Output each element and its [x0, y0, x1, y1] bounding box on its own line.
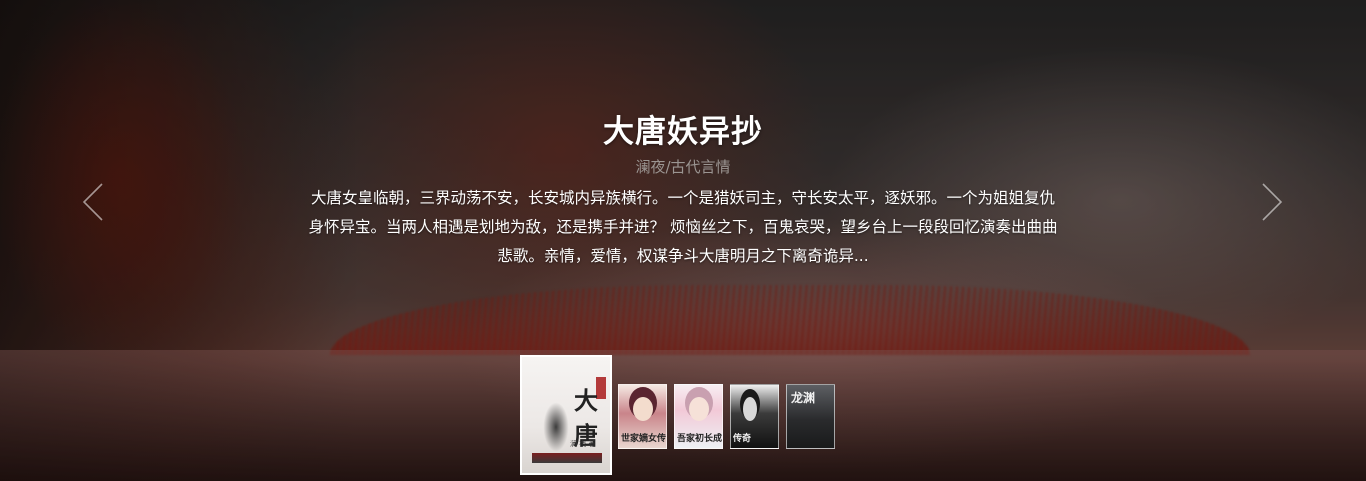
cover-title: 吾家初长成 [677, 434, 723, 444]
thumbnail-book-2[interactable]: 世家嫡女传 [618, 384, 667, 449]
palace-art [532, 453, 602, 463]
cover-title: 龙渊 [791, 391, 816, 405]
thumbnail-strip: 大唐 澜 夜 著 世家嫡女传 吾家初长成 传奇 龙渊 [0, 0, 1366, 481]
thumbnail-book-5[interactable]: 龙渊 [786, 384, 835, 449]
character-art [633, 397, 653, 421]
book-carousel-banner: 大唐妖异抄 澜夜/古代言情 大唐女皇临朝，三界动荡不安，长安城内异族横行。一个是… [0, 0, 1366, 481]
thumbnail-book-4[interactable]: 传奇 [730, 384, 779, 449]
thumbnail-book-3[interactable]: 吾家初长成 [674, 384, 723, 449]
cover-title: 传奇 [733, 434, 752, 444]
character-art [743, 397, 757, 421]
cover-author: 澜 夜 著 [570, 440, 596, 448]
thumbnail-active-book[interactable]: 大唐 澜 夜 著 [520, 355, 612, 475]
cover-title: 世家嫡女传 [621, 434, 667, 444]
character-art [689, 397, 709, 421]
